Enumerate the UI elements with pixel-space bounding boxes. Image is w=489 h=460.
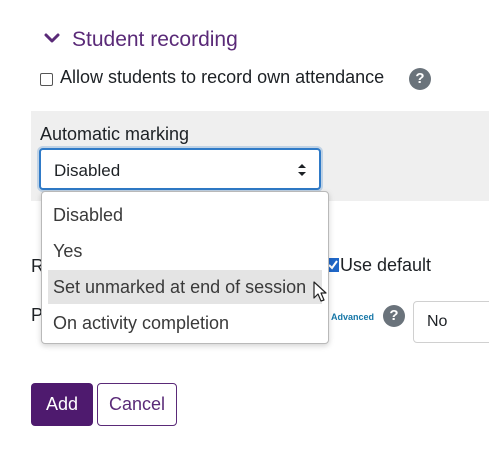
select-arrows-icon	[298, 164, 306, 176]
cancel-button[interactable]: Cancel	[97, 383, 177, 426]
automatic-marking-label: Automatic marking	[40, 124, 190, 144]
grade-select[interactable]	[413, 301, 489, 343]
automatic-marking-dropdown[interactable]: Disabled Yes Set unmarked at end of sess…	[41, 191, 329, 344]
option-set-unmarked[interactable]: Set unmarked at end of session	[48, 270, 322, 304]
section-title[interactable]: Student recording	[72, 28, 238, 52]
use-default-label[interactable]: Use default	[340, 255, 431, 276]
grade-select-value: No	[427, 313, 448, 330]
allow-record-checkbox[interactable]	[40, 73, 53, 86]
automatic-marking-value: Disabled	[54, 161, 121, 180]
option-yes[interactable]: Yes	[48, 234, 322, 268]
option-disabled[interactable]: Disabled	[48, 198, 322, 232]
option-activity-completion[interactable]: On activity completion	[48, 306, 322, 340]
help-icon[interactable]: ?	[409, 68, 431, 90]
allow-record-label[interactable]: Allow students to record own attendance	[60, 67, 384, 88]
chevron-down-icon[interactable]	[42, 28, 62, 48]
advanced-link[interactable]: Advanced	[331, 312, 374, 322]
add-button[interactable]: Add	[31, 383, 93, 426]
mouse-cursor-icon	[313, 281, 327, 302]
help-icon[interactable]: ?	[383, 305, 405, 327]
